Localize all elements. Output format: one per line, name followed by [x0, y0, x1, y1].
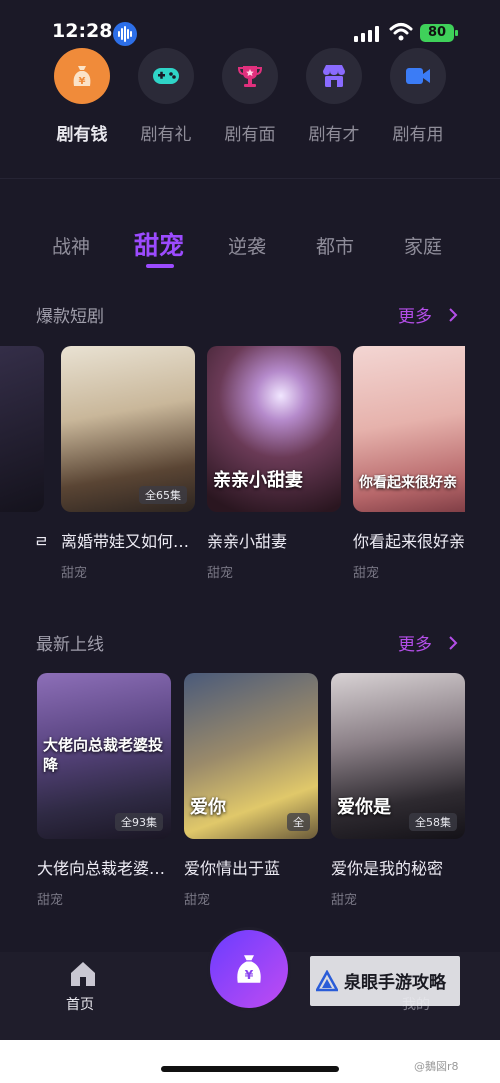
nav-label: 剧有才 [308, 125, 360, 145]
poster-image: 亲亲小甜妻 [207, 346, 341, 512]
active-tab-indicator [146, 264, 174, 268]
poster-title-art: 你看起来很好亲 [359, 475, 457, 491]
watermark-logo-icon [316, 970, 338, 992]
poster-card[interactable]: 大佬向总裁老婆投降 全93集 大佬向总裁老婆… 甜宠 [37, 673, 171, 913]
nav-item-talent[interactable]: 剧有才 [292, 48, 376, 145]
poster-title-art: 爱你是 [337, 797, 391, 818]
chevron-right-icon [449, 636, 458, 650]
section-title-new: 最新上线 [36, 635, 104, 655]
poster-image: 爱你 全 [184, 673, 318, 839]
card-tag: 甜宠 [331, 893, 358, 908]
card-title: 爱你情出于蓝 [184, 859, 281, 878]
gamepad-icon [138, 48, 194, 104]
status-bar: 12:28 80 [0, 0, 500, 48]
card-title: 离婚带娃又如何… [61, 532, 190, 551]
tab-home-label[interactable]: 首页 [66, 994, 94, 1014]
feature-nav: ¥ 剧有钱 剧有礼 剧有面 剧有才 剧有用 [0, 48, 500, 160]
section-title-hot: 爆款短剧 [36, 307, 104, 327]
tab-jiating[interactable]: 家庭 [404, 232, 442, 259]
more-label: 更多 [398, 307, 432, 327]
card-title: 爱你是我的秘密 [331, 859, 444, 878]
episode-badge: 全65集 [139, 486, 187, 504]
nav-item-useful[interactable]: 剧有用 [376, 48, 460, 145]
poster-card[interactable]: 爱你 全 爱你情出于蓝 甜宠 [184, 673, 318, 913]
nav-label: 剧有用 [392, 125, 444, 145]
nav-item-gift[interactable]: 剧有礼 [124, 48, 208, 145]
more-link-new[interactable]: 更多 [398, 630, 459, 655]
more-link-hot[interactable]: 更多 [398, 302, 459, 327]
episode-badge: 全93集 [115, 813, 163, 831]
card-title: 亲亲小甜妻 [207, 532, 288, 551]
tab-tianchong[interactable]: 甜宠 [134, 226, 184, 262]
header-divider [0, 178, 500, 179]
store-icon [306, 48, 362, 104]
home-indicator[interactable] [161, 1066, 339, 1072]
cellular-signal-icon [354, 26, 379, 42]
genre-tabs: 战神 甜宠 逆袭 都市 家庭 [0, 226, 500, 276]
card-tag: 甜宠 [207, 566, 234, 581]
poster-image: 你看起来很好亲 [353, 346, 465, 512]
status-time: 12:28 [52, 20, 113, 42]
nav-label: 剧有面 [224, 125, 276, 145]
card-title: 你看起来很好亲 [353, 532, 465, 551]
money-bag-icon: ¥ [54, 48, 110, 104]
more-label: 更多 [398, 635, 432, 655]
tab-nixi[interactable]: 逆袭 [228, 232, 266, 259]
video-camera-icon [390, 48, 446, 104]
card-title-partial: ㄹ [34, 532, 46, 551]
poster-card[interactable]: 全65集 离婚带娃又如何… 甜宠 [61, 346, 195, 586]
wifi-icon [389, 23, 413, 41]
nav-label: 剧有钱 [56, 125, 108, 145]
watermark-text: 泉眼手游攻略 [344, 973, 446, 993]
card-title: 大佬向总裁老婆… [37, 859, 166, 878]
poster-title-art: 大佬向总裁老婆投降 [43, 736, 164, 774]
episode-badge: 全58集 [409, 813, 457, 831]
poster-card-partial[interactable]: ㄹ [0, 346, 46, 576]
poster-card[interactable]: 你看起来很好亲 你看起来很好亲 甜宠 [353, 346, 465, 586]
poster-image: 爱你是 全58集 [331, 673, 465, 839]
svg-text:¥: ¥ [245, 967, 254, 982]
trophy-icon [222, 48, 278, 104]
corner-watermark: @鵝図r8 [414, 1060, 459, 1073]
poster-image: 大佬向总裁老婆投降 全93集 [37, 673, 171, 839]
poster-image: 全65集 [61, 346, 195, 512]
home-icon[interactable] [68, 960, 98, 988]
card-tag: 甜宠 [37, 893, 64, 908]
poster-title-art: 亲亲小甜妻 [213, 470, 303, 491]
card-tag: 甜宠 [353, 566, 380, 581]
poster-card[interactable]: 亲亲小甜妻 亲亲小甜妻 甜宠 [207, 346, 341, 586]
poster-title-art: 爱你 [190, 797, 226, 818]
nav-item-face[interactable]: 剧有面 [208, 48, 292, 145]
card-tag: 甜宠 [184, 893, 211, 908]
battery-cap [455, 30, 458, 36]
card-tag: 甜宠 [61, 566, 88, 581]
episode-badge: 全 [287, 813, 310, 831]
watermark-overlay: 泉眼手游攻略 [310, 956, 460, 1006]
money-bag-icon[interactable]: ¥ [210, 930, 288, 1008]
tab-zhanshen[interactable]: 战神 [52, 232, 90, 259]
tab-dushi[interactable]: 都市 [316, 232, 354, 259]
battery-icon: 80 [420, 24, 454, 42]
sound-wave-icon [113, 22, 137, 46]
svg-text:¥: ¥ [79, 76, 86, 87]
nav-item-money[interactable]: ¥ 剧有钱 [40, 48, 124, 145]
poster-image [0, 346, 44, 512]
chevron-right-icon [449, 308, 458, 322]
nav-label: 剧有礼 [140, 125, 192, 145]
poster-card[interactable]: 爱你是 全58集 爱你是我的秘密 甜宠 [331, 673, 465, 913]
